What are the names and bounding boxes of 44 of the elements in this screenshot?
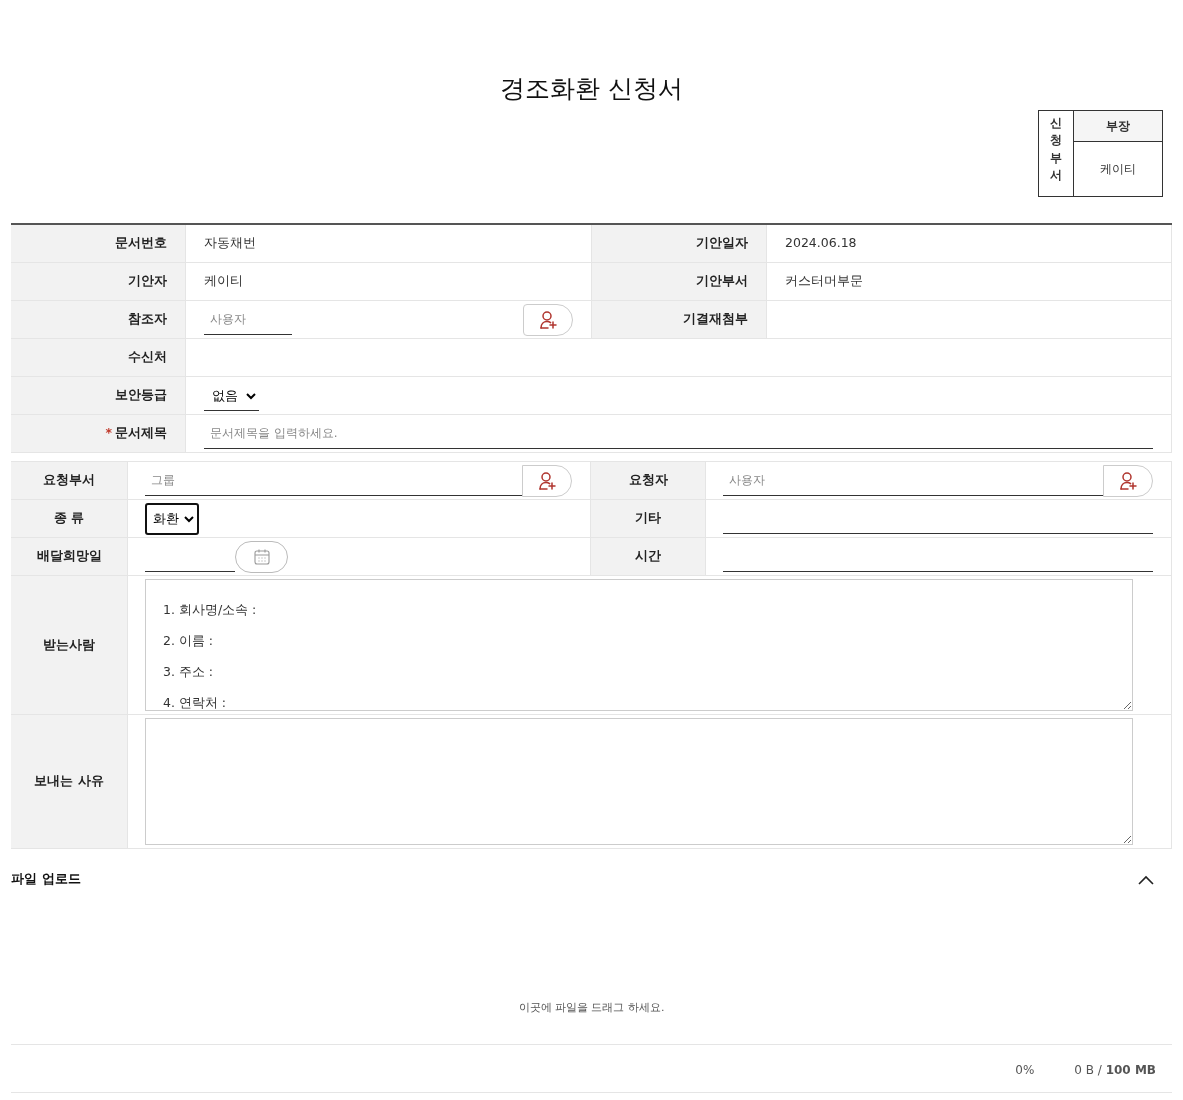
text-area[interactable]: 1. 회사명/소속 : 2. 이름 : 3. 주소 : 4. 연락처 : [145, 579, 1133, 711]
add-user-button[interactable] [522, 464, 572, 497]
field-label-text: 기타 [635, 509, 661, 528]
user-add-icon [1118, 470, 1138, 491]
user-input-field[interactable]: 사용자 [204, 304, 292, 335]
field-label-text: 기안부서 [696, 272, 748, 291]
field-label-text: 시간 [635, 547, 661, 566]
field-label-text: 기결재첨부 [683, 310, 748, 329]
field-label-text: 보안등급 [115, 386, 167, 405]
section-title: 파일 업로드 [11, 870, 81, 889]
field-label-text: 문서제목 [115, 424, 167, 443]
text-input-field[interactable]: 문서제목을 입력하세요. [204, 418, 1153, 449]
field-label-text: 기안자 [128, 272, 167, 291]
form-title: 경조화환 신청서 [499, 73, 684, 104]
user-input-field[interactable]: 사용자 [723, 465, 1103, 496]
field-label-text: 참조자 [128, 310, 167, 329]
field-value: 케이티 [204, 272, 243, 291]
field-value: 커스터머부문 [785, 272, 863, 291]
calendar-icon [252, 547, 271, 566]
chevron-up-icon [1138, 874, 1154, 885]
field-label-text: 기안일자 [696, 234, 748, 253]
field-label-text: 요청부서 [43, 471, 95, 490]
field-value: 2024.06.18 [785, 234, 857, 253]
user-input-field[interactable]: 그룹 [145, 465, 522, 496]
user-add-icon [538, 309, 558, 330]
required-mark: * [105, 424, 112, 443]
field-label-text: 종 류 [53, 509, 85, 528]
field-label-text: 문서번호 [115, 234, 167, 253]
select-field[interactable]: 화환 [145, 502, 199, 535]
approval-name: 케이티 [1099, 161, 1137, 178]
add-user-button[interactable] [523, 303, 573, 336]
field-label-text: 배달희망일 [36, 547, 102, 566]
upload-size: 0 B / 100 MB [1074, 1062, 1156, 1079]
add-user-button[interactable] [1103, 464, 1153, 497]
upload-percent-text: 0% [1015, 1062, 1035, 1079]
user-add-icon [537, 470, 557, 491]
field-value: 자동채번 [204, 234, 256, 253]
field-label-text: 요청자 [628, 471, 668, 490]
field-label-text: 받는사람 [43, 635, 95, 654]
file-drop-zone[interactable]: 이곳에 파일을 드래그 하세요. [11, 895, 1172, 1045]
field-label-text: 보내는 사유 [34, 772, 104, 791]
field-label-text: 수신처 [128, 348, 167, 367]
approval-header: 부장 [1074, 111, 1162, 142]
drop-hint: 이곳에 파일을 드래그 하세요. [518, 999, 665, 1016]
